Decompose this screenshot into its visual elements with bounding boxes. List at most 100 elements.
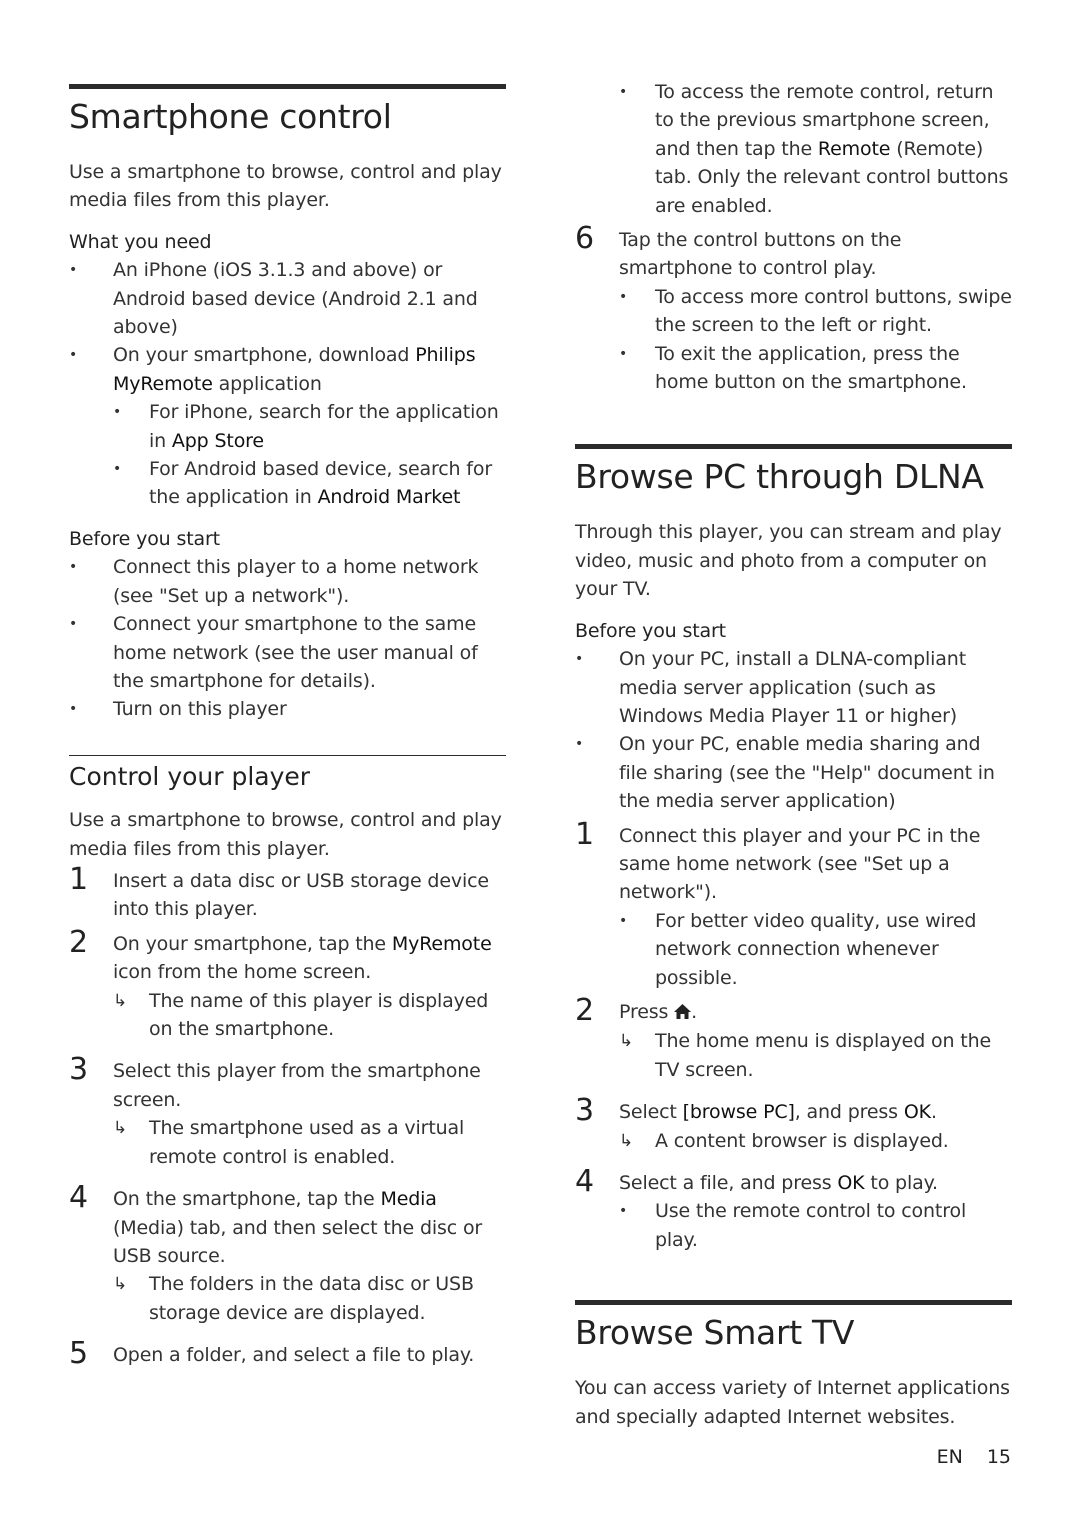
continued-steps: 6 Tap the control buttons on the smartph… xyxy=(575,222,1012,397)
before-you-start-heading: Before you start xyxy=(575,619,726,642)
tab-name: Media xyxy=(380,1188,437,1211)
result-text: The name of this player is displayed on … xyxy=(149,989,489,1041)
step-result: ↳ The folders in the data disc or USB sto… xyxy=(69,1270,506,1327)
tab-name: Remote xyxy=(817,137,891,160)
section-rule xyxy=(575,444,1012,450)
list-item: Connect this player to a home network (s… xyxy=(69,553,506,610)
step-text: Press xyxy=(619,1000,675,1023)
dlna-before-list: On your PC, install a DLNA-compliant med… xyxy=(575,645,1012,815)
step-result: ↳ The name of this player is displayed on… xyxy=(69,987,506,1044)
list-subitem: For Android based device, search for the… xyxy=(69,455,506,512)
section-title-browse-smart-tv: Browse Smart TV xyxy=(575,1313,855,1353)
step-text: Insert a data disc or USB storage device… xyxy=(113,870,489,921)
list-item: An iPhone (iOS 3.1.3 and above) or Andro… xyxy=(69,256,506,341)
step-number: 1 xyxy=(69,862,88,898)
step-text: Open a folder, and select a file to play… xyxy=(113,1344,475,1367)
list-subitem: For iPhone, search for the application i… xyxy=(69,398,506,455)
step-text: . xyxy=(691,1000,698,1023)
step-text: Select this player from the smartphone s… xyxy=(113,1060,481,1111)
step-text: (Media) tab, and then select the disc or… xyxy=(113,1216,483,1267)
home-icon xyxy=(674,999,692,1027)
step-text: On the smartphone, tap the xyxy=(113,1188,381,1211)
store-name: App Store xyxy=(171,429,264,452)
list-item: Turn on this player xyxy=(69,695,506,724)
list-subitem: To access the remote control, return to … xyxy=(575,78,1012,220)
left-column: Smartphone control Use a smartphone to b… xyxy=(69,84,506,1371)
step-result: ↳ A content browser is displayed. xyxy=(575,1127,1012,1155)
before-you-start-list: Connect this player to a home network (s… xyxy=(69,553,506,724)
step: 1 Insert a data disc or USB storage devi… xyxy=(69,863,506,924)
button-name: OK xyxy=(903,1101,931,1124)
before-you-start-heading: Before you start xyxy=(69,527,220,550)
step-number: 1 xyxy=(575,816,594,852)
step-number: 6 xyxy=(575,221,594,257)
smartphone-intro: Use a smartphone to browse, control and … xyxy=(69,161,502,212)
language-code: EN xyxy=(936,1446,963,1468)
step-text: . xyxy=(930,1101,937,1124)
step-text: to play. xyxy=(864,1172,938,1194)
step: 3 Select this player from the smartphone… xyxy=(69,1053,506,1114)
list-item: Connect your smartphone to the same home… xyxy=(69,610,506,695)
subsection-rule xyxy=(69,754,506,757)
dlna-steps: 1 Connect this player and your PC in the… xyxy=(575,817,1012,1255)
item-text: On your smartphone, download xyxy=(113,344,416,367)
step-number: 2 xyxy=(69,924,88,960)
list-item: On your PC, install a DLNA-compliant med… xyxy=(575,645,1012,730)
step: 4 Select a file, and press OK to play. xyxy=(575,1165,1012,1199)
right-column: To access the remote control, return to … xyxy=(575,78,1012,1431)
button-name: OK xyxy=(837,1172,865,1194)
section-rule xyxy=(575,1300,1012,1306)
result-arrow-icon: ↳ xyxy=(619,1031,634,1052)
section-title-browse-pc-dlna: Browse PC through DLNA xyxy=(575,457,984,497)
app-name: MyRemote xyxy=(391,932,492,955)
result-arrow-icon: ↳ xyxy=(619,1130,634,1151)
list-item: On your PC, enable media sharing and fil… xyxy=(575,730,1012,815)
dlna-intro: Through this player, you can stream and … xyxy=(575,521,1002,601)
result-text: The folders in the data disc or USB stor… xyxy=(149,1273,474,1324)
step: 2 Press . xyxy=(575,993,1012,1027)
step-text: icon from the home screen. xyxy=(113,961,372,984)
step-number: 4 xyxy=(575,1164,594,1199)
step-number: 2 xyxy=(575,992,594,1028)
list-subitem: For better video quality, use wired netw… xyxy=(575,907,1012,992)
step-text: On your smartphone, tap the xyxy=(113,932,392,955)
step-text: , and press xyxy=(794,1101,904,1124)
result-arrow-icon: ↳ xyxy=(113,990,128,1011)
step-text: Select a file, and press xyxy=(619,1172,838,1194)
step-number: 3 xyxy=(69,1052,88,1088)
step-number: 4 xyxy=(69,1180,88,1216)
page-number: 15 xyxy=(986,1446,1011,1468)
step-number: 5 xyxy=(69,1336,88,1372)
step: 1 Connect this player and your PC in the… xyxy=(575,817,1012,907)
list-subitem: To access more control buttons, swipe th… xyxy=(575,283,1012,340)
store-name: Android Market xyxy=(317,486,461,509)
section-title-control-your-player: Control your player xyxy=(69,762,311,792)
section-rule xyxy=(69,84,506,89)
page-footer: EN 15 xyxy=(913,1446,1011,1468)
step: 2 On your smartphone, tap the MyRemote i… xyxy=(69,925,506,987)
step-text: Tap the control buttons on the smartphon… xyxy=(619,229,902,280)
result-text: A content browser is displayed. xyxy=(655,1129,949,1152)
result-text: The home menu is displayed on the TV scr… xyxy=(655,1030,992,1081)
list-subitem: To exit the application, press the home … xyxy=(575,340,1012,397)
step: 3 Select [browse PC], and press OK. xyxy=(575,1094,1012,1128)
step: 4 On the smartphone, tap the Media (Medi… xyxy=(69,1181,506,1270)
smarttv-intro: You can access variety of Internet appli… xyxy=(575,1377,1010,1428)
control-steps: 1 Insert a data disc or USB storage devi… xyxy=(69,863,506,1371)
step: 6 Tap the control buttons on the smartph… xyxy=(575,222,1012,283)
step-number: 3 xyxy=(575,1093,594,1129)
list-item: On your smartphone, download Philips MyR… xyxy=(69,341,506,398)
step: 5 Open a folder, and select a file to pl… xyxy=(69,1337,506,1371)
step-text: Connect this player and your PC in the s… xyxy=(619,824,981,904)
list-subitem: Use the remote control to control play. xyxy=(575,1197,1012,1254)
step-result: ↳ The smartphone used as a virtual remote… xyxy=(69,1114,506,1171)
section-title-smartphone-control: Smartphone control xyxy=(69,97,392,136)
what-you-need-list: An iPhone (iOS 3.1.3 and above) or Andro… xyxy=(69,256,506,512)
what-you-need-heading: What you need xyxy=(69,230,212,253)
item-text: application xyxy=(212,372,322,395)
step-result: ↳ The home menu is displayed on the TV sc… xyxy=(575,1027,1012,1084)
control-intro: Use a smartphone to browse, control and … xyxy=(69,809,502,860)
menu-option: [browse PC] xyxy=(682,1101,795,1124)
step-text: Select xyxy=(619,1101,683,1124)
result-arrow-icon: ↳ xyxy=(113,1118,128,1139)
